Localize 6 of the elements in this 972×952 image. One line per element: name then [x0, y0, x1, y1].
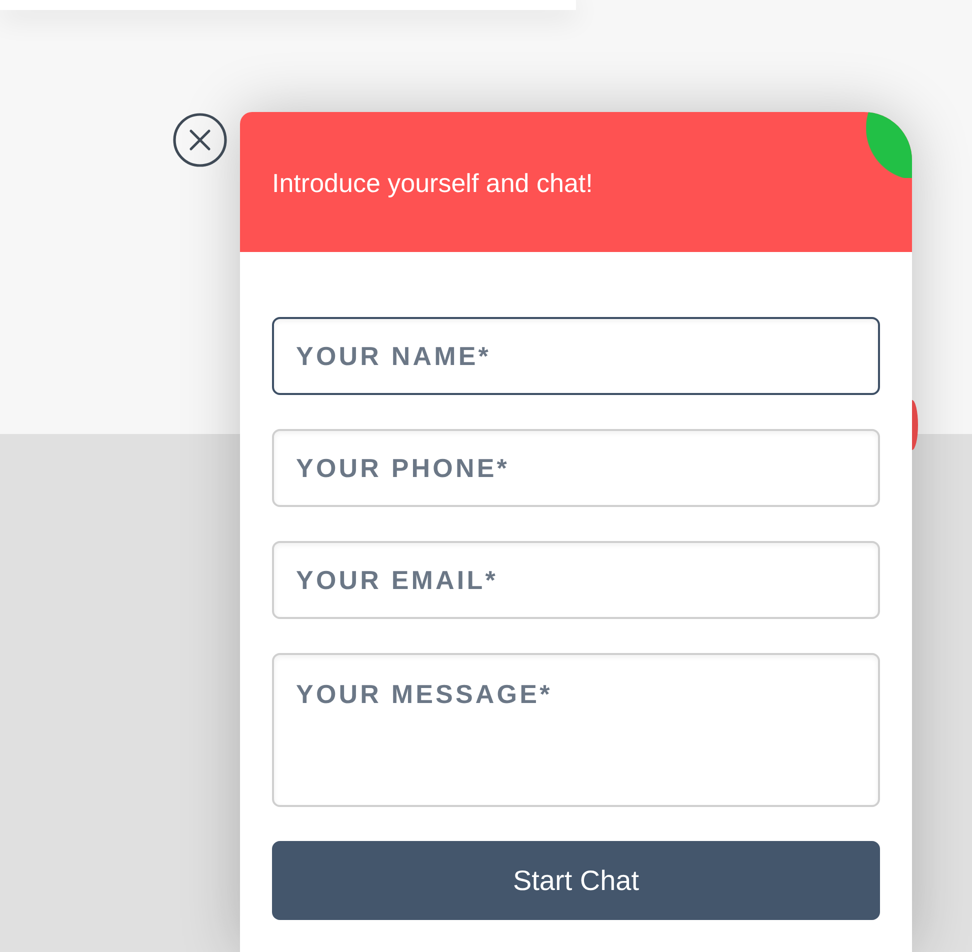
- close-icon[interactable]: [173, 113, 227, 167]
- start-chat-button[interactable]: Start Chat: [272, 841, 880, 920]
- chat-title: Introduce yourself and chat!: [272, 168, 593, 198]
- message-field[interactable]: YOUR MESSAGE*: [272, 653, 880, 807]
- launcher-button[interactable]: [912, 400, 918, 450]
- input-field[interactable]: YOUR NAME*: [272, 317, 880, 395]
